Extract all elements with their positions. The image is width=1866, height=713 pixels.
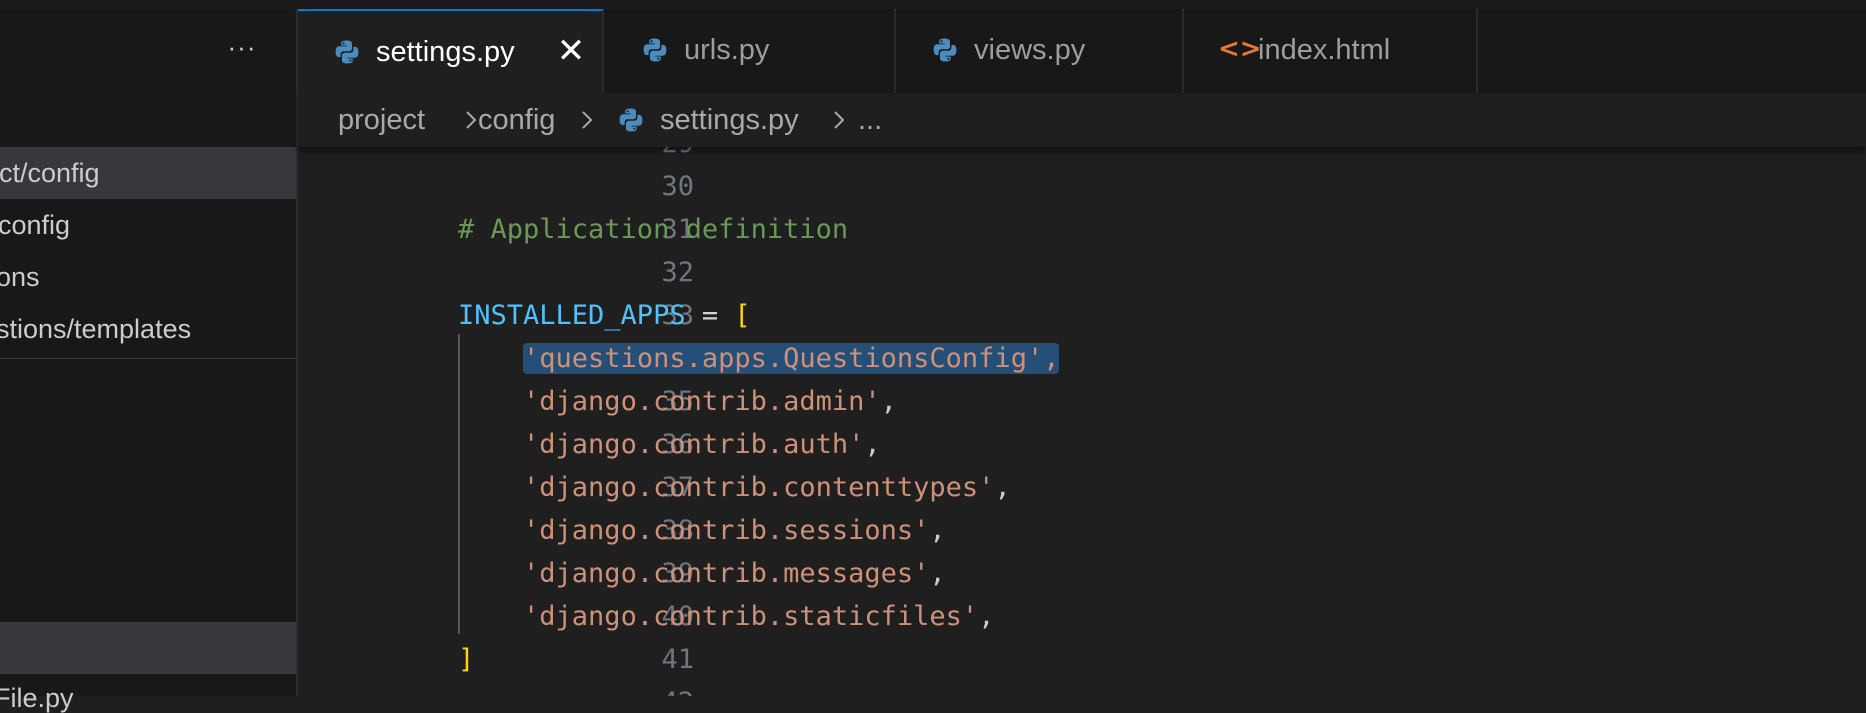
line-code: 'django.contrib.admin', [458,380,897,423]
breadcrumb-settings-py[interactable]: settings.py [660,103,799,137]
code-line[interactable]: 40 'django.contrib.staticfiles', [298,595,1866,638]
tree-separator [0,358,296,359]
code-line[interactable]: 30 [298,165,1866,208]
line-number: 30 [661,171,694,202]
code-token: 'django.contrib.sessions' [523,515,930,546]
html-code-icon: <> [1218,34,1262,64]
code-token: , [880,386,897,417]
tab-views-py[interactable]: views.py [896,9,1184,93]
tree-item-questions[interactable]: ons [0,251,296,303]
line-code: INSTALLED_APPS = [ [458,294,751,337]
code-line[interactable]: 34 'questions.apps.QuestionsConfig', [298,337,1866,380]
code-token: 'django.contrib.contenttypes' [523,472,995,503]
code-token: , [929,515,946,546]
tree-item-questions-templates[interactable]: stions/templates [0,303,296,355]
tree-item-config[interactable]: config [0,199,296,251]
tab-urls-py[interactable]: urls.py [606,9,896,93]
window-top-strip [0,0,1866,9]
tab-settings-py[interactable]: settings.py ✕ [298,9,604,93]
tree-item-selected-file[interactable] [0,622,296,674]
tree-item-project-config[interactable]: ject/config [0,147,296,199]
tree-item-label: ject/config [0,158,100,188]
code-token: [ [734,300,751,331]
tab-label: views.py [974,34,1086,66]
code-editor[interactable]: 29 30 31# Application definition 32 33INSTAL… [298,147,1866,696]
breadcrumb-config[interactable]: config [478,103,555,137]
code-line[interactable]: 36 'django.contrib.auth', [298,423,1866,466]
tab-label: index.html [1258,34,1391,66]
tree-item-label: ons [0,262,40,292]
line-code: 'questions.apps.QuestionsConfig', [458,337,1060,380]
code-token: , [929,558,946,589]
line-number: 29 [594,147,694,165]
selected-text: 'questions.apps.QuestionsConfig', [523,343,1060,374]
line-code: ] [458,638,474,681]
code-line[interactable]: 42 [298,681,1866,696]
line-code: # Application definition [458,208,848,251]
code-token: 'django.contrib.auth' [523,429,865,460]
code-line[interactable]: 39 'django.contrib.messages', [298,552,1866,595]
tab-index-html[interactable]: <> index.html [1184,9,1478,93]
breadcrumb: project config settings.py ... [298,93,1866,147]
line-number: 41 [661,644,694,675]
tree-item-label: config [0,210,71,240]
python-icon [643,38,667,62]
tab-label: urls.py [684,34,770,66]
breadcrumb-project[interactable]: project [338,103,425,137]
code-token: , [978,601,995,632]
chevron-right-icon [834,111,845,129]
code-token: INSTALLED_APPS [458,300,686,331]
tab-label: settings.py [376,36,515,68]
code-line[interactable]: 29 [298,147,1866,165]
code-token: = [685,300,735,331]
chevron-right-icon [582,111,593,129]
line-code: 'django.contrib.sessions', [458,509,946,552]
python-icon [619,108,643,132]
code-token: , [864,429,881,460]
code-line[interactable]: 31 # Application definition [298,208,1866,251]
line-code: 'django.contrib.staticfiles', [458,595,994,638]
code-token: , [994,472,1011,503]
explorer-sidebar: ··· ject/config config ons stions/templa… [0,9,298,713]
code-line[interactable]: 32 [298,251,1866,294]
line-code: 'django.contrib.messages', [458,552,946,595]
code-token: # Application definition [458,214,849,245]
code-line[interactable]: 33 INSTALLED_APPS = [ [298,294,1866,337]
more-actions-icon[interactable]: ··· [222,34,262,65]
line-code: 'django.contrib.auth', [458,423,881,466]
breadcrumb-ellipsis[interactable]: ... [858,103,882,137]
python-icon [335,40,359,64]
code-token: 'django.contrib.messages' [523,558,930,589]
code-token: 'django.contrib.staticfiles' [523,601,979,632]
tree-item-label: stions/templates [0,314,192,344]
code-line[interactable]: 37 'django.contrib.contenttypes', [298,466,1866,509]
line-number: 32 [661,257,694,288]
line-number: 42 [594,681,694,696]
code-line[interactable]: 35 'django.contrib.admin', [298,380,1866,423]
python-icon [933,38,957,62]
tree-item-file-label: File.py [0,683,74,713]
close-icon[interactable]: ✕ [556,33,586,69]
line-code: 'django.contrib.contenttypes', [458,466,1011,509]
editor-tab-bar: settings.py ✕ urls.py views.py <> index.… [298,9,1866,93]
code-token: 'django.contrib.admin' [523,386,881,417]
code-line[interactable]: 41] [298,638,1866,681]
code-line[interactable]: 38 'django.contrib.sessions', [298,509,1866,552]
code-token: ] [458,644,475,675]
